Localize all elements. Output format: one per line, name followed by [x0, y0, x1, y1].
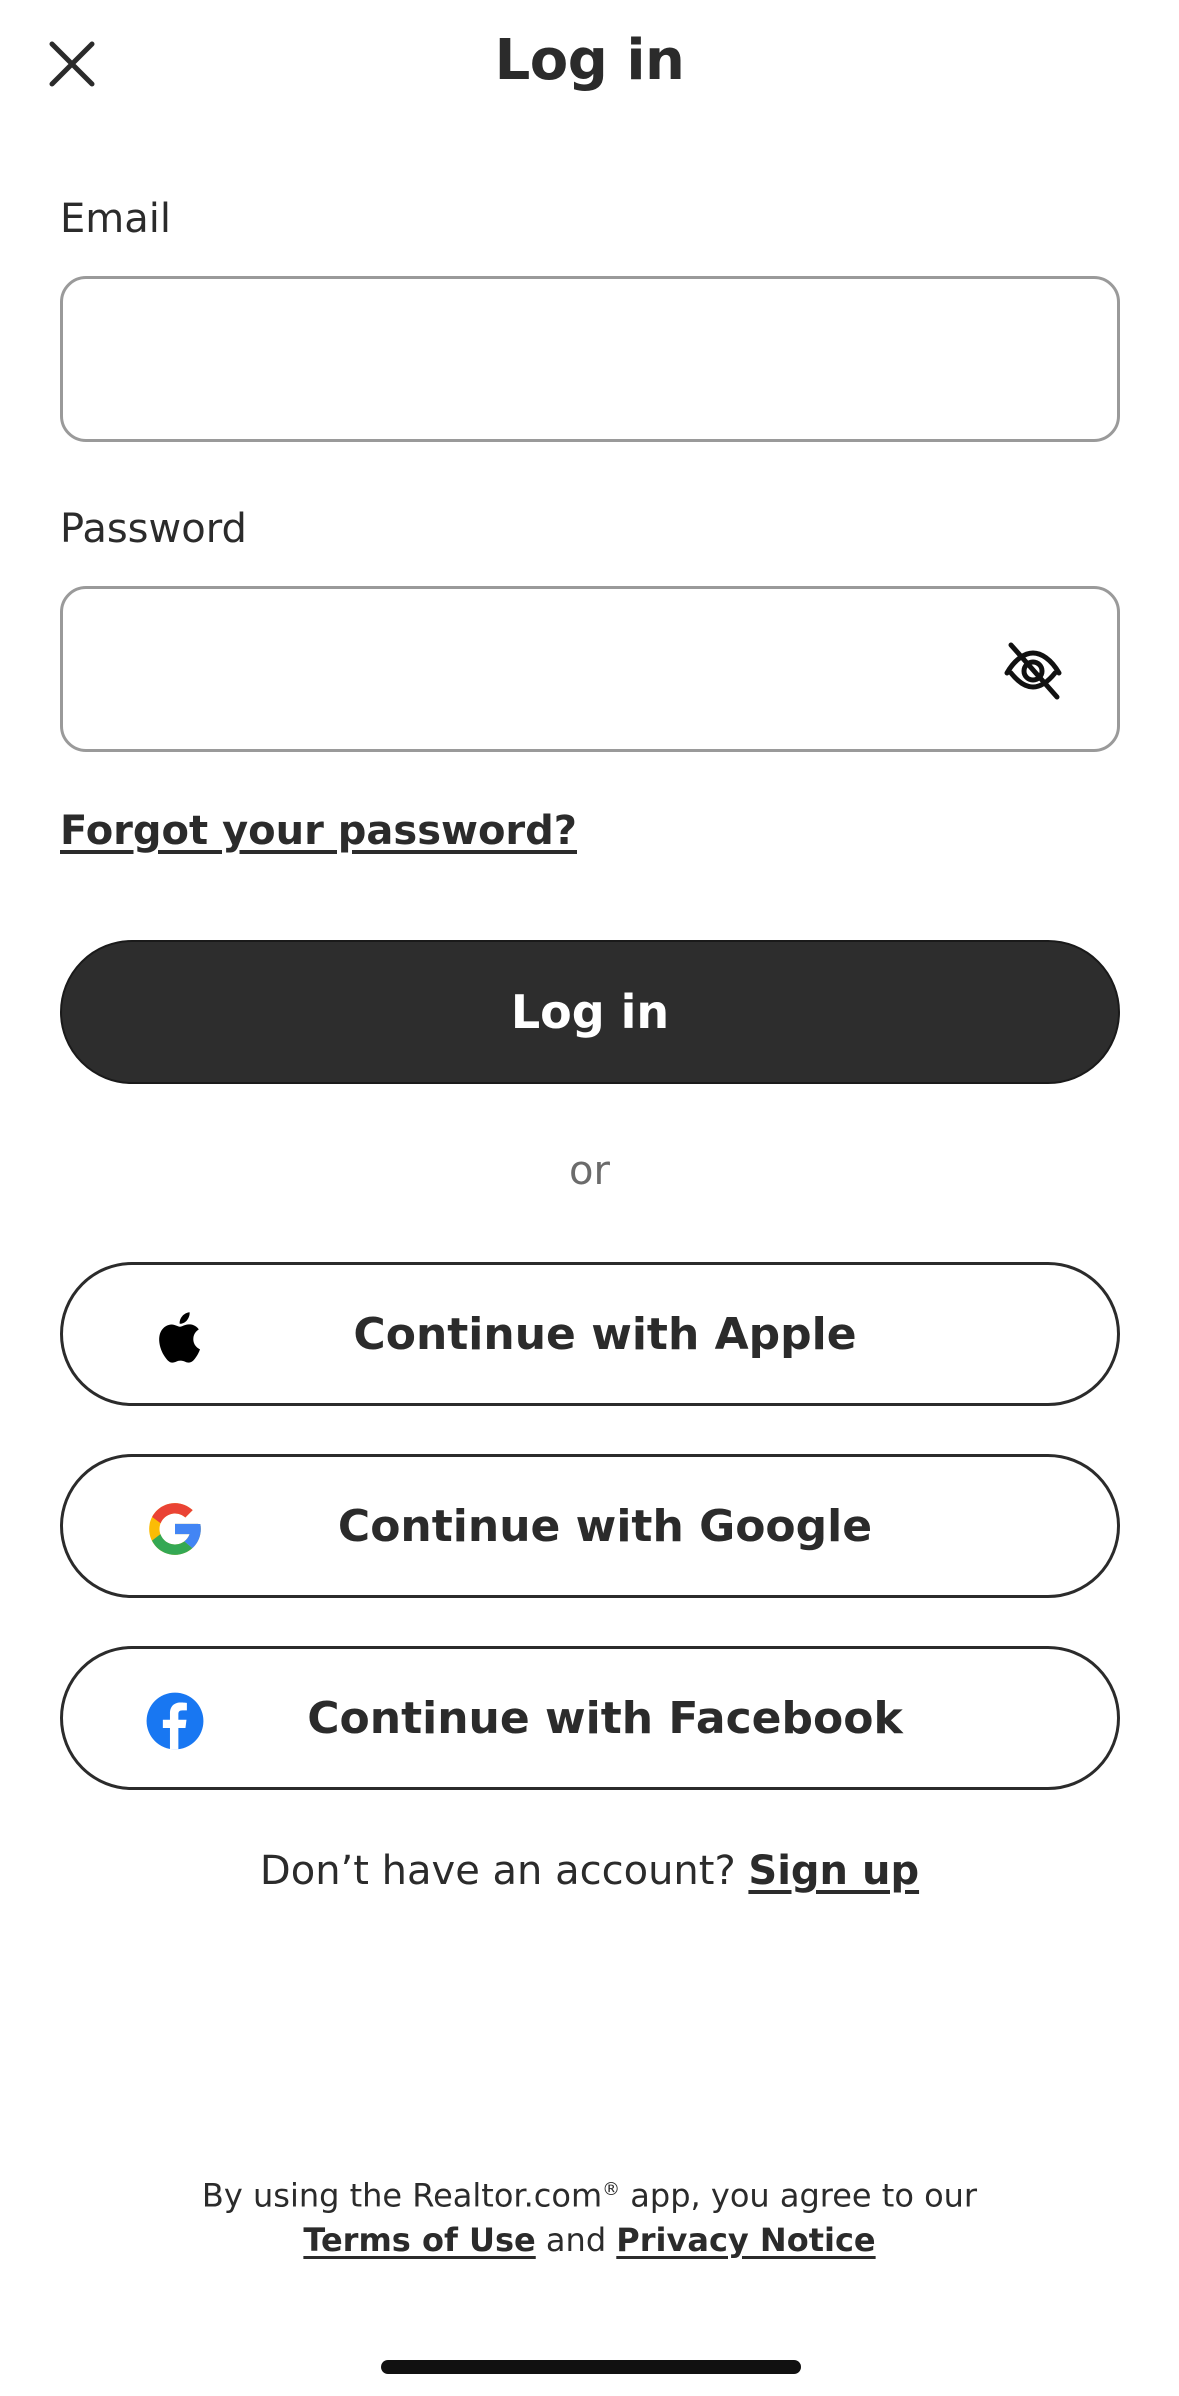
forgot-password-link[interactable]: Forgot your password?: [60, 808, 577, 854]
signup-prompt: Don’t have an account?: [259, 1848, 736, 1894]
legal-prefix: By using the Realtor.com: [201, 2176, 603, 2215]
legal-line-2: Terms of Use and Privacy Notice: [0, 2218, 1179, 2262]
legal-and: and: [545, 2220, 607, 2259]
or-divider: or: [569, 1148, 610, 1194]
terms-of-use-link[interactable]: Terms of Use: [303, 2221, 535, 2259]
email-input[interactable]: [95, 279, 999, 441]
legal-line-1: By using the Realtor.com® app, you agree…: [0, 2168, 1179, 2218]
facebook-button-label: Continue with Facebook: [307, 1692, 903, 1744]
legal-suffix: app, you agree to our: [620, 2176, 978, 2215]
signup-row: Don’t have an account? Sign up: [0, 1848, 1179, 1894]
registered-mark: ®: [602, 2179, 621, 2200]
login-button[interactable]: Log in: [60, 940, 1120, 1084]
header: Log in: [0, 0, 1179, 132]
apple-button-label: Continue with Apple: [353, 1308, 857, 1360]
page-title: Log in: [494, 28, 685, 93]
email-label: Email: [60, 196, 171, 242]
google-button-label: Continue with Google: [337, 1500, 873, 1552]
password-label: Password: [60, 506, 247, 552]
continue-with-google-button[interactable]: Continue with Google: [60, 1454, 1120, 1598]
privacy-notice-link[interactable]: Privacy Notice: [616, 2221, 875, 2259]
eye-off-icon: [1004, 642, 1062, 700]
continue-with-facebook-button[interactable]: Continue with Facebook: [60, 1646, 1120, 1790]
password-field-container[interactable]: [60, 586, 1120, 752]
email-field-container[interactable]: [60, 276, 1120, 442]
password-input[interactable]: [95, 589, 999, 751]
continue-with-apple-button[interactable]: Continue with Apple: [60, 1262, 1120, 1406]
home-indicator: [381, 2360, 801, 2374]
password-visibility-toggle[interactable]: [999, 637, 1067, 705]
signup-link[interactable]: Sign up: [748, 1848, 919, 1894]
legal-notice: By using the Realtor.com® app, you agree…: [0, 2168, 1179, 2262]
